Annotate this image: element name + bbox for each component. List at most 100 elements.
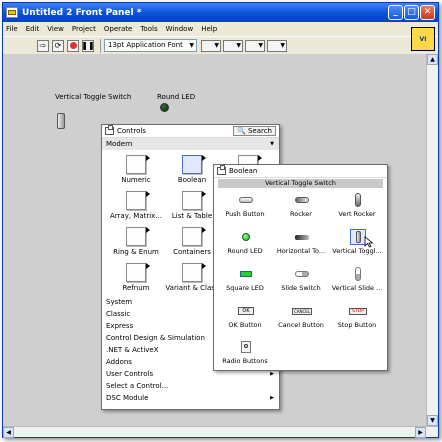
distribute-icon[interactable]: ▼ xyxy=(223,39,243,52)
category-label: DSC Module xyxy=(106,394,149,402)
palette-item-label: Ring & Enum xyxy=(113,248,159,256)
vertical-scrollbar[interactable]: ▲ ▼ xyxy=(426,54,438,426)
category-label: .NET & ActiveX xyxy=(106,346,159,354)
maximize-button[interactable]: □ xyxy=(404,5,419,20)
close-button[interactable]: ✕ xyxy=(420,5,435,20)
pin-icon[interactable] xyxy=(217,165,226,175)
numeric-icon xyxy=(126,155,150,174)
rocker-icon xyxy=(294,192,310,208)
bool-item-horizontal-toggle[interactable]: Horizontal To... xyxy=(272,226,330,262)
minimize-button[interactable]: _ xyxy=(388,5,403,20)
square-led-icon xyxy=(238,266,254,282)
stop-button-icon: STOP xyxy=(349,303,367,319)
bool-item-label: Vertical Slide ... xyxy=(331,284,383,292)
palette-item-refnum[interactable]: Refnum xyxy=(106,260,166,296)
category-label: Modern xyxy=(106,140,133,148)
scroll-up-icon[interactable]: ▲ xyxy=(427,54,438,65)
scroll-down-icon[interactable]: ▼ xyxy=(427,415,438,426)
category-label: Addons xyxy=(106,358,132,366)
bool-item-square-led[interactable]: Square LED xyxy=(216,263,274,299)
bool-item-label: Round LED xyxy=(227,247,263,255)
category-select-control[interactable]: Select a Control... xyxy=(102,380,279,392)
vert-rocker-icon xyxy=(350,192,366,208)
search-button-label: Search xyxy=(247,127,272,135)
radio-buttons-icon xyxy=(238,339,254,355)
palette-item-numeric[interactable]: Numeric xyxy=(106,152,166,188)
stop-button-face: STOP xyxy=(349,307,367,315)
run-arrow-icon[interactable]: ⇨ xyxy=(37,39,49,52)
horizontal-toggle-icon xyxy=(294,229,310,245)
category-label: Classic xyxy=(106,310,131,318)
category-modern[interactable]: Modern ▼ xyxy=(102,138,279,150)
menu-file[interactable]: File xyxy=(6,25,18,33)
horizontal-scrollbar[interactable]: ◀ ▶ xyxy=(3,426,438,438)
window-title: Untitled 2 Front Panel * xyxy=(22,7,142,18)
boolean-palette-title: Boolean xyxy=(229,167,258,175)
bool-item-round-led[interactable]: Round LED xyxy=(216,226,274,262)
mouse-cursor-icon xyxy=(364,236,374,248)
reorder-icon[interactable]: ▼ xyxy=(267,39,287,52)
bool-item-push-button[interactable]: Push Button xyxy=(216,189,274,225)
scroll-left-icon[interactable]: ◀ xyxy=(3,427,14,438)
category-label: Select a Control... xyxy=(106,382,169,390)
bool-item-label: Radio Buttons xyxy=(222,357,268,365)
bool-item-slide-switch[interactable]: Slide Switch xyxy=(272,263,330,299)
hover-name-bar: Vertical Toggle Switch xyxy=(218,179,383,188)
ring-enum-icon xyxy=(126,227,150,246)
bool-item-label: Push Button xyxy=(225,210,265,218)
menu-window[interactable]: Window xyxy=(166,25,194,33)
menu-tools[interactable]: Tools xyxy=(140,25,157,33)
bool-item-vert-rocker[interactable]: Vert Rocker xyxy=(328,189,386,225)
controls-palette-title: Controls xyxy=(117,127,146,135)
menu-project[interactable]: Project xyxy=(72,25,96,33)
bool-item-label: Rocker xyxy=(290,210,312,218)
bool-item-label: Square LED xyxy=(226,284,264,292)
font-select[interactable]: 13pt Application Font xyxy=(104,39,197,52)
category-dsc-module[interactable]: DSC Module ▶ xyxy=(102,392,279,404)
palette-item-label: Array, Matrix... xyxy=(109,212,163,220)
bool-item-vertical-slide[interactable]: Vertical Slide ... xyxy=(328,263,386,299)
round-led[interactable] xyxy=(160,103,169,112)
bool-item-label: Horizontal To... xyxy=(276,247,326,255)
round-led-icon xyxy=(238,229,254,245)
abort-icon[interactable] xyxy=(67,39,79,52)
bool-item-cancel-button[interactable]: CANCEL Cancel Button xyxy=(272,300,330,336)
category-label: Control Design & Simulation xyxy=(106,334,205,342)
list-table-icon xyxy=(182,191,206,210)
labview-app-icon xyxy=(6,7,18,18)
ok-button-face: OK xyxy=(238,307,254,315)
scroll-right-icon[interactable]: ▶ xyxy=(415,427,426,438)
bool-item-stop-button[interactable]: STOP Stop Button xyxy=(328,300,386,336)
bool-item-vertical-toggle[interactable]: Vertical Toggl... xyxy=(328,226,386,262)
bool-item-label: Vertical Toggl... xyxy=(332,247,382,255)
title-bar[interactable]: Untitled 2 Front Panel * _ □ ✕ xyxy=(3,3,438,22)
cancel-button-icon: CANCEL xyxy=(291,303,313,319)
push-button-icon xyxy=(238,192,254,208)
boolean-icon xyxy=(182,155,206,174)
search-button[interactable]: 🔍 Search xyxy=(232,126,276,136)
pause-icon[interactable]: ❚❚ xyxy=(81,39,95,52)
bool-item-radio-buttons[interactable]: Radio Buttons xyxy=(216,336,274,372)
bool-item-ok-button[interactable]: OK OK Button xyxy=(216,300,274,336)
containers-icon xyxy=(182,227,206,246)
boolean-palette-header: Boolean xyxy=(214,165,387,178)
align-icon[interactable]: ▼ xyxy=(201,39,221,52)
resize-icon[interactable]: ▼ xyxy=(245,39,265,52)
palette-item-array[interactable]: Array, Matrix... xyxy=(106,188,166,224)
vi-icon[interactable]: VI xyxy=(411,27,435,51)
vertical-toggle-switch[interactable] xyxy=(57,113,65,129)
category-label: Express xyxy=(106,322,134,330)
run-continuously-icon[interactable]: ⟳ xyxy=(52,39,64,52)
menu-bar: File Edit View Project Operate Tools Win… xyxy=(3,22,438,36)
bool-item-label: Stop Button xyxy=(337,321,377,329)
menu-operate[interactable]: Operate xyxy=(104,25,132,33)
menu-view[interactable]: View xyxy=(47,25,64,33)
palette-item-label: Refnum xyxy=(122,284,150,292)
menu-edit[interactable]: Edit xyxy=(26,25,40,33)
palette-item-ring-enum[interactable]: Ring & Enum xyxy=(106,224,166,260)
pin-icon[interactable] xyxy=(105,125,114,135)
bool-item-rocker[interactable]: Rocker xyxy=(272,189,330,225)
menu-help[interactable]: Help xyxy=(201,25,217,33)
bool-item-label: Slide Switch xyxy=(281,284,321,292)
toggle-switch-label: Vertical Toggle Switch xyxy=(55,93,132,101)
